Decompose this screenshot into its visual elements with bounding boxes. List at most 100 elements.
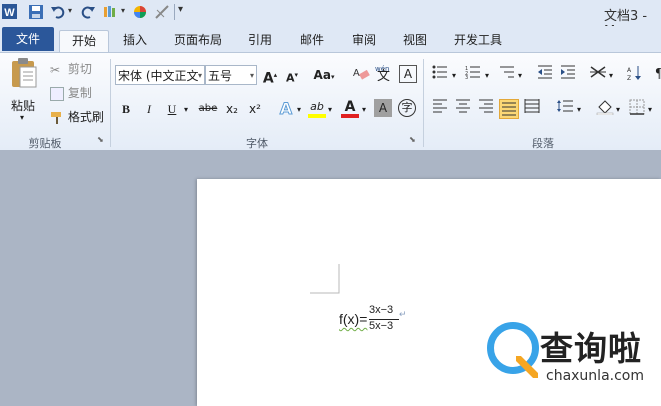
justify-icon bbox=[502, 102, 516, 116]
increase-indent-button[interactable] bbox=[558, 65, 578, 85]
numbering-button[interactable]: 123 bbox=[463, 65, 483, 85]
underline-dropdown-icon[interactable]: ▾ bbox=[184, 105, 188, 114]
shrink-font-button[interactable]: A▾ bbox=[282, 65, 302, 85]
distributed-button[interactable] bbox=[522, 99, 542, 119]
bold-button[interactable]: B bbox=[116, 99, 136, 119]
bullets-dropdown-icon[interactable]: ▾ bbox=[452, 71, 456, 80]
borders-icon bbox=[629, 99, 645, 115]
cut-label: 剪切 bbox=[67, 62, 92, 76]
grow-font-button[interactable]: A▴ bbox=[260, 65, 280, 87]
tab-review[interactable]: 审阅 bbox=[344, 30, 384, 52]
text-effect-icon: A bbox=[279, 99, 293, 119]
subscript-icon: x₂ bbox=[226, 102, 238, 116]
font-color-dropdown-icon[interactable]: ▾ bbox=[362, 105, 366, 114]
underline-button[interactable]: U bbox=[162, 99, 182, 119]
undo-dropdown-icon[interactable]: ▾ bbox=[68, 6, 72, 15]
tab-home[interactable]: 开始 bbox=[59, 30, 109, 53]
subscript-button[interactable]: x₂ bbox=[222, 99, 242, 119]
paste-icon bbox=[12, 58, 37, 88]
borders-button[interactable] bbox=[627, 99, 647, 119]
highlight-button[interactable]: ab bbox=[307, 97, 327, 118]
paint-bucket-icon bbox=[596, 100, 614, 116]
highlight-dropdown-icon[interactable]: ▾ bbox=[328, 105, 332, 114]
qat-dropdown-icon[interactable]: ▾ bbox=[121, 6, 125, 15]
align-center-icon bbox=[456, 99, 470, 113]
bullets-button[interactable] bbox=[430, 65, 450, 85]
pilcrow-icon: ¶ bbox=[655, 67, 661, 82]
formula-prefix: f(x)= bbox=[339, 311, 368, 327]
customize-qat-icon[interactable]: ▾ bbox=[178, 4, 183, 15]
align-right-button[interactable] bbox=[476, 99, 496, 119]
font-size-combo[interactable]: 五号 ▾ bbox=[205, 65, 257, 85]
enclose-char-icon: 字 bbox=[401, 101, 413, 114]
superscript-button[interactable]: x² bbox=[245, 99, 265, 119]
tab-mailings[interactable]: 邮件 bbox=[292, 30, 332, 52]
tab-insert[interactable]: 插入 bbox=[115, 30, 155, 52]
paste-dropdown-icon[interactable]: ▾ bbox=[20, 113, 24, 122]
tab-references[interactable]: 引用 bbox=[240, 30, 280, 52]
chinese-layout-icon bbox=[590, 66, 606, 78]
highlight-color-bar bbox=[308, 114, 326, 118]
draw-icon[interactable] bbox=[154, 4, 170, 20]
line-spacing-dropdown-icon[interactable]: ▾ bbox=[577, 105, 581, 114]
clipboard-group-label: 剪贴板 bbox=[28, 137, 62, 150]
change-case-button[interactable]: Aa▾ bbox=[311, 65, 337, 85]
tab-file[interactable]: 文件 bbox=[2, 27, 54, 51]
decrease-indent-button[interactable] bbox=[535, 65, 555, 85]
strikethrough-button[interactable]: abe bbox=[197, 99, 219, 119]
svg-text:3: 3 bbox=[465, 75, 468, 79]
tab-page-layout[interactable]: 页面布局 bbox=[165, 30, 231, 52]
numbering-dropdown-icon[interactable]: ▾ bbox=[485, 71, 489, 80]
multilevel-dropdown-icon[interactable]: ▾ bbox=[518, 71, 522, 80]
save-icon[interactable] bbox=[28, 4, 44, 20]
shading-dropdown-icon[interactable]: ▾ bbox=[616, 105, 620, 114]
align-center-button[interactable] bbox=[453, 99, 473, 119]
change-case-label: Aa bbox=[313, 68, 331, 82]
chinese-layout-dropdown-icon[interactable]: ▾ bbox=[609, 71, 613, 80]
redo-icon[interactable] bbox=[80, 4, 96, 20]
enclose-char-button[interactable]: 字 bbox=[398, 99, 416, 117]
paragraph-mark-icon: ↵ bbox=[399, 309, 407, 319]
line-spacing-button[interactable] bbox=[555, 99, 575, 119]
char-border-button[interactable]: A bbox=[399, 65, 417, 83]
char-shading-icon: A bbox=[378, 101, 388, 115]
font-name-dropdown-icon[interactable]: ▾ bbox=[198, 66, 202, 84]
italic-button[interactable]: I bbox=[139, 99, 159, 119]
copy-button[interactable]: 复制 bbox=[50, 83, 92, 103]
clear-format-button[interactable]: A bbox=[351, 65, 371, 85]
text-effect-button[interactable]: A bbox=[276, 99, 296, 119]
text-effect-dropdown-icon[interactable]: ▾ bbox=[297, 105, 301, 114]
svg-text:A: A bbox=[353, 68, 360, 79]
font-color-button[interactable]: A bbox=[340, 97, 360, 118]
shading-button[interactable] bbox=[595, 99, 615, 119]
font-name-combo[interactable]: 宋体 (中文正文 ▾ bbox=[115, 65, 205, 85]
cut-button[interactable]: ✂ 剪切 bbox=[50, 59, 92, 79]
paste-button[interactable]: 粘贴 ▾ bbox=[6, 57, 42, 123]
format-painter-button[interactable]: 格式刷 bbox=[50, 107, 104, 127]
scissors-icon: ✂ bbox=[50, 62, 61, 77]
phonetic-guide-button[interactable]: wén 文 bbox=[374, 65, 394, 85]
word-logo-icon: W bbox=[2, 4, 17, 19]
multilevel-list-button[interactable] bbox=[497, 65, 517, 85]
watermark-url: chaxunla.com bbox=[546, 368, 644, 384]
tab-developer[interactable]: 开发工具 bbox=[446, 30, 510, 52]
wen-char-icon: 文 bbox=[377, 69, 391, 84]
clipboard-launcher-icon[interactable]: ⬊ bbox=[97, 135, 104, 144]
sort-button[interactable]: AZ bbox=[625, 65, 645, 85]
superscript-icon: x² bbox=[249, 102, 261, 116]
show-marks-button[interactable]: ¶ bbox=[649, 65, 661, 85]
format-painter-qat-icon[interactable] bbox=[102, 4, 120, 20]
chinese-layout-button[interactable] bbox=[588, 65, 608, 85]
increase-indent-icon bbox=[561, 65, 575, 79]
paste-label: 粘贴 bbox=[11, 99, 36, 113]
copy-icon bbox=[50, 86, 64, 101]
font-size-dropdown-icon[interactable]: ▾ bbox=[250, 66, 254, 84]
char-shading-button[interactable]: A bbox=[374, 99, 392, 117]
font-launcher-icon[interactable]: ⬊ bbox=[409, 135, 416, 144]
color-wheel-icon[interactable] bbox=[132, 4, 148, 20]
align-left-button[interactable] bbox=[430, 99, 450, 119]
borders-dropdown-icon[interactable]: ▾ bbox=[648, 105, 652, 114]
undo-icon[interactable] bbox=[50, 4, 66, 20]
justify-button[interactable] bbox=[499, 99, 519, 119]
tab-view[interactable]: 视图 bbox=[395, 30, 435, 52]
